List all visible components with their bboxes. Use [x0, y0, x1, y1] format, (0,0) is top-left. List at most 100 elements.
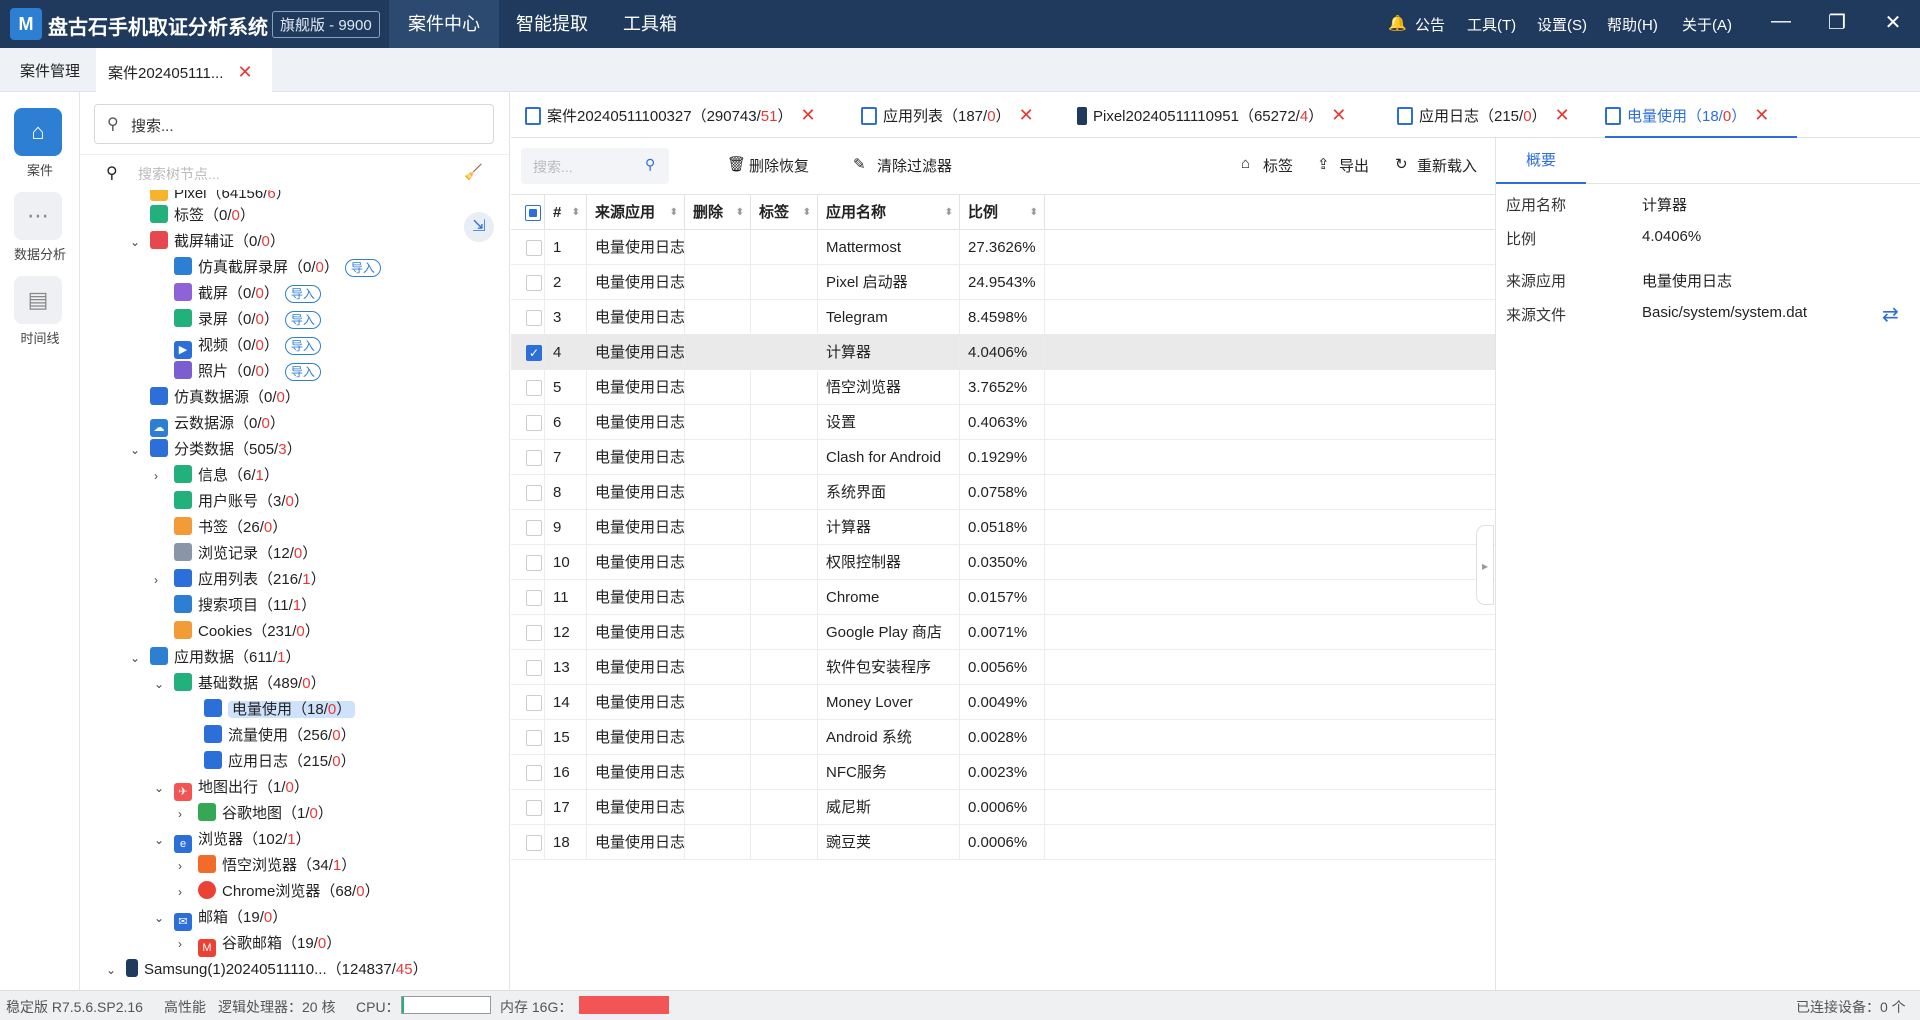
tree-node-mail[interactable]: ⌄ ✉ 邮箱（19/0） — [154, 906, 287, 931]
row-checkbox[interactable] — [526, 310, 542, 326]
table-row[interactable]: 6 电量使用日志 设置 0.4063% — [511, 405, 1495, 440]
tree-node-google-maps[interactable]: › 谷歌地图（1/0） — [178, 802, 333, 826]
table-row[interactable]: 11 电量使用日志 Chrome 0.0157% — [511, 580, 1495, 615]
row-checkbox[interactable] — [526, 625, 542, 641]
row-checkbox[interactable] — [526, 555, 542, 571]
col-source-app[interactable]: 来源应用 ⬍ — [587, 195, 685, 231]
table-row[interactable]: 13 电量使用日志 软件包安装程序 0.0056% — [511, 650, 1495, 685]
select-cell[interactable] — [511, 580, 545, 615]
tree-node-recording[interactable]: 录屏（0/0） 导入 — [174, 308, 321, 332]
select-cell[interactable] — [511, 230, 545, 265]
tab-summary[interactable]: 概要 — [1496, 138, 1586, 184]
row-checkbox[interactable] — [526, 800, 542, 816]
home-icon[interactable]: ⌂ — [14, 108, 62, 156]
tab-app-log[interactable]: 应用日志（215/0） ✕ — [1397, 92, 1570, 138]
broom-icon[interactable]: 🧹 — [464, 163, 483, 181]
tree-node-wukong[interactable]: › 悟空浏览器（34/1） — [178, 854, 356, 878]
panel-toggle-handle[interactable]: ▸ — [1476, 525, 1494, 605]
tag-icon[interactable]: ⌂ — [1241, 155, 1250, 172]
tree-node-maps[interactable]: ⌄ ✈ 地图出行（1/0） — [154, 776, 309, 801]
tree-node-photo[interactable]: 照片（0/0） 导入 — [174, 360, 321, 384]
tree-node-screenshot-evidence[interactable]: ⌄ 截屏辅证（0/0） — [130, 230, 285, 254]
select-all-checkbox[interactable] — [525, 205, 541, 221]
tab-battery-usage[interactable]: 电量使用（18/0） ✕ — [1605, 92, 1798, 138]
bell-icon[interactable]: 🔔 — [1388, 14, 1407, 32]
select-cell[interactable] — [511, 615, 545, 650]
import-button[interactable]: 导入 — [344, 259, 381, 277]
select-cell[interactable] — [511, 650, 545, 685]
select-cell[interactable] — [511, 405, 545, 440]
tree-node-basic-data[interactable]: ⌄ 基础数据（489/0） — [154, 672, 326, 696]
table-row[interactable]: 15 电量使用日志 Android 系统 0.0028% — [511, 720, 1495, 755]
tree-search-box[interactable]: ⚲ 搜索... — [94, 104, 494, 144]
row-checkbox[interactable] — [526, 380, 542, 396]
tree-node-app-list[interactable]: › 应用列表（216/1） — [154, 568, 326, 592]
row-checkbox[interactable] — [526, 835, 542, 851]
col-ratio[interactable]: 比例 ⬍ — [960, 195, 1045, 231]
tree-node-cookies[interactable]: Cookies（231/0） — [174, 620, 320, 644]
close-tab-icon[interactable]: ✕ — [801, 105, 816, 125]
close-tab-icon[interactable]: ✕ — [238, 62, 253, 82]
import-button[interactable]: 导入 — [284, 311, 321, 329]
select-cell[interactable] — [511, 755, 545, 790]
timeline-icon[interactable]: ▤ — [14, 276, 62, 324]
select-all-cell[interactable] — [511, 195, 545, 231]
select-cell[interactable] — [511, 545, 545, 580]
menu-settings[interactable]: 设置(S) — [1537, 14, 1587, 35]
close-tab-icon[interactable]: ✕ — [1754, 105, 1769, 125]
tree-node-video[interactable]: ▶ 视频（0/0） 导入 — [174, 334, 321, 359]
table-row[interactable]: 2 电量使用日志 Pixel 启动器 24.9543% — [511, 265, 1495, 300]
minimize-icon[interactable]: — — [1766, 10, 1796, 33]
row-checkbox[interactable] — [526, 765, 542, 781]
tree-node-emu-screen[interactable]: 仿真截屏录屏（0/0） 导入 — [174, 256, 381, 280]
table-row[interactable]: 5 电量使用日志 悟空浏览器 3.7652% — [511, 370, 1495, 405]
node-search-input[interactable]: 搜索树节点... — [138, 164, 220, 184]
table-row[interactable]: 9 电量使用日志 计算器 0.0518% — [511, 510, 1495, 545]
row-checkbox[interactable] — [526, 485, 542, 501]
row-checkbox[interactable] — [526, 590, 542, 606]
close-window-icon[interactable]: ✕ — [1878, 10, 1908, 35]
reload-icon[interactable]: ↻ — [1395, 155, 1408, 173]
table-row[interactable]: 1 电量使用日志 Mattermost 27.3626% — [511, 230, 1495, 265]
trash-icon[interactable]: 🗑 — [727, 155, 746, 173]
tree-node-categories[interactable]: ⌄ 分类数据（505/3） — [130, 438, 302, 462]
export-button[interactable]: 导出 — [1339, 155, 1369, 176]
table-row[interactable]: 16 电量使用日志 NFC服务 0.0023% — [511, 755, 1495, 790]
import-button[interactable]: 导入 — [284, 337, 321, 355]
tree-node-samsung[interactable]: ⌄ Samsung(1)20240511110...（124837/45） — [106, 958, 428, 982]
select-cell[interactable] — [511, 265, 545, 300]
close-tab-icon[interactable]: ✕ — [1019, 105, 1034, 125]
menu-help[interactable]: 帮助(H) — [1607, 14, 1658, 35]
select-cell[interactable] — [511, 370, 545, 405]
menu-smart-extract[interactable]: 智能提取 — [497, 0, 607, 48]
col-index[interactable]: # ⬍ — [545, 195, 587, 231]
import-button[interactable]: 导入 — [284, 363, 321, 381]
col-deleted[interactable]: 删除 ⬍ — [685, 195, 751, 231]
tree-node-gmail[interactable]: › M 谷歌邮箱（19/0） — [178, 932, 341, 957]
tree-node-history[interactable]: 浏览记录（12/0） — [174, 542, 317, 566]
export-icon[interactable]: ⇪ — [1317, 155, 1330, 173]
tree-node-battery-usage[interactable]: 电量使用（18/0） — [204, 698, 356, 722]
row-checkbox[interactable] — [526, 275, 542, 291]
reload-button[interactable]: 重新载入 — [1417, 155, 1477, 176]
menu-case-center[interactable]: 案件中心 — [389, 0, 499, 48]
table-row[interactable]: 8 电量使用日志 系统界面 0.0758% — [511, 475, 1495, 510]
row-checkbox[interactable] — [526, 240, 542, 256]
tree-node-cloud-source[interactable]: ☁ 云数据源（0/0） — [150, 412, 285, 437]
notice-button[interactable]: 公告 — [1415, 14, 1445, 35]
tree-node-search-items[interactable]: 搜索项目（11/1） — [174, 594, 316, 618]
menu-toolbox[interactable]: 工具箱 — [604, 0, 696, 48]
grid-search-input[interactable]: 搜索... — [533, 157, 573, 177]
select-cell[interactable] — [511, 825, 545, 860]
row-checkbox[interactable] — [526, 695, 542, 711]
tree-node-messages[interactable]: › 信息（6/1） — [154, 464, 279, 488]
tag-button[interactable]: 标签 — [1263, 155, 1293, 176]
tree-node-bookmarks[interactable]: 书签（26/0） — [174, 516, 287, 540]
tab-app-list[interactable]: 应用列表（187/0） ✕ — [861, 92, 1034, 138]
tree-node-screenshot[interactable]: 截屏（0/0） 导入 — [174, 282, 321, 306]
tree-node-browsers[interactable]: ⌄ e 浏览器（102/1） — [154, 828, 311, 853]
tree-search-input[interactable]: 搜索... — [131, 115, 174, 136]
open-file-icon[interactable]: ⇄ — [1882, 302, 1899, 327]
tree-node-app-data[interactable]: ⌄ 应用数据（611/1） — [130, 646, 300, 670]
table-row[interactable]: 3 电量使用日志 Telegram 8.4598% — [511, 300, 1495, 335]
